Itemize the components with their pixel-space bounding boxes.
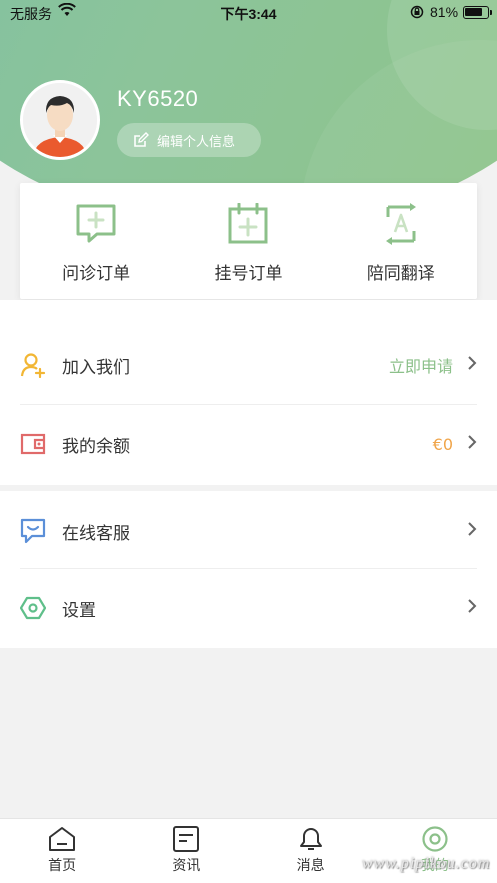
menu-item-balance[interactable]: 我的余额 €0 xyxy=(20,404,477,484)
news-icon xyxy=(173,826,200,852)
menu-item-join-us[interactable]: 加入我们 立即申请 xyxy=(20,325,477,405)
calendar-plus-icon xyxy=(228,203,268,244)
menu-item-settings[interactable]: 设置 xyxy=(20,568,477,648)
order-shortcuts-card: 问诊订单 挂号订单 陪同翻译 xyxy=(20,183,477,299)
settings-icon xyxy=(20,596,50,620)
tab-home[interactable]: 首页 xyxy=(0,819,124,883)
tab-label: 资讯 xyxy=(172,858,201,874)
status-bar: 无服务 下午3:44 81% xyxy=(0,0,497,26)
battery-percent: 81% xyxy=(430,4,459,20)
menu-section-1: 加入我们 立即申请 我的余额 €0 xyxy=(0,300,497,485)
chevron-right-icon xyxy=(467,598,477,618)
tab-messages[interactable]: 消息 xyxy=(249,819,373,883)
edit-profile-button[interactable]: 编辑个人信息 xyxy=(117,123,261,157)
chevron-right-icon xyxy=(467,521,477,541)
tab-news[interactable]: 资讯 xyxy=(124,819,248,883)
menu-item-label: 设置 xyxy=(62,600,96,621)
chat-plus-icon xyxy=(76,204,116,243)
consultation-orders-label: 问诊订单 xyxy=(62,264,131,284)
battery-cap xyxy=(490,10,492,15)
translation-service-label: 陪同翻译 xyxy=(366,264,435,284)
chevron-right-icon xyxy=(467,355,477,375)
balance-value: €0 xyxy=(432,434,453,454)
registration-orders-button[interactable]: 挂号订单 xyxy=(172,183,324,299)
menu-item-label: 在线客服 xyxy=(62,523,130,544)
customer-service-icon xyxy=(20,518,50,544)
apply-now-link[interactable]: 立即申请 xyxy=(389,353,453,377)
home-icon xyxy=(49,827,76,851)
tab-bar: 首页 资讯 消息 我的 xyxy=(0,818,497,883)
menu-item-label: 加入我们 xyxy=(62,357,130,378)
tab-label: 消息 xyxy=(296,858,325,874)
user-add-icon xyxy=(20,352,50,378)
tab-label: 首页 xyxy=(48,858,77,874)
menu-item-label: 我的余额 xyxy=(62,436,130,457)
username: KY6520 xyxy=(117,86,199,111)
menu-section-2: 在线客服 设置 xyxy=(0,491,497,648)
user-avatar-icon xyxy=(23,83,97,157)
rotation-lock-icon xyxy=(410,5,424,22)
edit-profile-label: 编辑个人信息 xyxy=(157,134,236,150)
profile-icon xyxy=(422,826,448,852)
watermark: www.pipikou.com xyxy=(362,855,491,872)
registration-orders-label: 挂号订单 xyxy=(214,264,283,284)
chevron-right-icon xyxy=(467,434,477,454)
edit-icon xyxy=(134,132,149,147)
translation-service-button[interactable]: 陪同翻译 xyxy=(325,183,477,299)
avatar[interactable] xyxy=(20,80,100,160)
wallet-icon xyxy=(20,432,50,456)
menu-item-customer-service[interactable]: 在线客服 xyxy=(20,491,477,571)
tab-profile[interactable]: 我的 xyxy=(373,819,497,883)
translate-icon xyxy=(385,203,416,245)
battery-fill xyxy=(465,8,482,16)
battery-icon xyxy=(463,6,492,19)
consultation-orders-button[interactable]: 问诊订单 xyxy=(20,183,172,299)
bell-icon xyxy=(299,828,322,850)
